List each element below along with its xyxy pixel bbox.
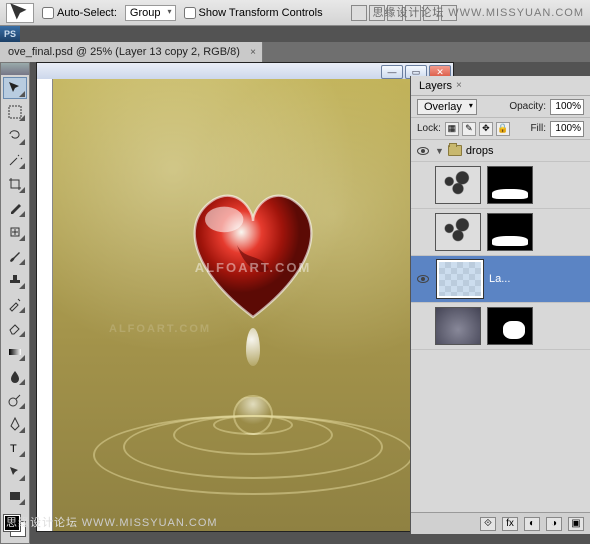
group-name: drops [466, 145, 494, 157]
lock-transparency-icon[interactable]: ▦ [445, 122, 459, 136]
show-transform-input[interactable] [184, 7, 196, 19]
layer-row-selected[interactable]: La... [411, 256, 590, 303]
auto-select-checkbox[interactable]: Auto-Select: [42, 7, 117, 19]
canvas-watermark-small: ALFOART.COM [109, 323, 211, 335]
dodge-tool[interactable] [3, 389, 27, 411]
gradient-tool[interactable] [3, 341, 27, 363]
canvas-viewport[interactable]: ALFOART.COM ALFOART.COM [53, 79, 453, 531]
wand-tool[interactable] [3, 149, 27, 171]
eraser-tool[interactable] [3, 317, 27, 339]
close-icon[interactable]: × [250, 47, 256, 58]
blend-mode-row: Overlay Opacity: [411, 96, 590, 118]
healing-tool[interactable] [3, 221, 27, 243]
auto-select-input[interactable] [42, 7, 54, 19]
watermark-bottom: 思缘设计论坛 WWW.MISSYUAN.COM [6, 514, 218, 530]
lock-row: Lock: ▦ ✎ ✥ 🔒 Fill: [411, 118, 590, 140]
type-tool[interactable]: T [3, 437, 27, 459]
ruler-vertical[interactable] [37, 79, 53, 531]
layer-tree[interactable]: ▼ drops La... [411, 140, 590, 512]
tool-preset-picker[interactable] [6, 3, 34, 23]
align-top-icon[interactable] [351, 5, 367, 21]
canvas-watermark-center: ALFOART.COM [195, 260, 312, 275]
folder-icon [448, 145, 462, 156]
canvas[interactable]: ALFOART.COM ALFOART.COM [53, 79, 453, 531]
lock-pixels-icon[interactable]: ✎ [462, 122, 476, 136]
marquee-tool[interactable] [3, 101, 27, 123]
document-window: — ▭ ✕ 0 200 400 600 800 1000 1200 1400 [36, 62, 454, 532]
layer-mask-icon[interactable]: ◐ [524, 517, 540, 531]
brush-tool[interactable] [3, 245, 27, 267]
link-layers-icon[interactable]: ⟐ [480, 517, 496, 531]
drip-artwork [246, 328, 260, 366]
move-tool[interactable] [3, 77, 27, 99]
auto-select-mode-select[interactable]: Group [125, 5, 176, 21]
layer-mask-thumbnail[interactable] [487, 166, 533, 204]
history-brush-tool[interactable] [3, 293, 27, 315]
document-tab[interactable]: ove_final.psd @ 25% (Layer 13 copy 2, RG… [0, 42, 263, 62]
blur-tool[interactable] [3, 365, 27, 387]
layer-mask-thumbnail[interactable] [487, 307, 533, 345]
layer-thumbnail[interactable] [435, 213, 481, 251]
lock-label: Lock: [417, 123, 441, 134]
toolbox: T [0, 62, 30, 544]
blend-mode-select[interactable]: Overlay [417, 99, 477, 115]
layer-thumbnail[interactable] [435, 307, 481, 345]
stamp-tool[interactable] [3, 269, 27, 291]
layers-panel-tab[interactable]: Layers × [411, 76, 590, 96]
minimize-button[interactable]: — [381, 65, 403, 79]
eyedropper-tool[interactable] [3, 197, 27, 219]
visibility-toggle[interactable] [415, 271, 431, 287]
layer-thumbnail[interactable] [437, 260, 483, 298]
app-menu-bar: PS [0, 26, 590, 42]
panel-close-icon[interactable]: × [456, 80, 462, 91]
layers-panel-footer: ⟐ fx ◐ ◑ ▣ [411, 512, 590, 534]
layers-panel: Layers × Overlay Opacity: Lock: ▦ ✎ ✥ 🔒 … [410, 76, 590, 534]
opacity-input[interactable] [550, 99, 584, 115]
auto-select-label: Auto-Select: [57, 7, 117, 19]
layer-fx-icon[interactable]: fx [502, 517, 518, 531]
fill-label: Fill: [530, 123, 546, 134]
document-tab-title: ove_final.psd @ 25% (Layer 13 copy 2, RG… [8, 46, 240, 58]
ps-app-icon[interactable]: PS [0, 26, 20, 42]
ripples-artwork [93, 375, 413, 495]
adjustment-layer-icon[interactable]: ◑ [546, 517, 562, 531]
layer-thumbnail[interactable] [435, 166, 481, 204]
layer-row[interactable] [411, 162, 590, 209]
lock-position-icon[interactable]: ✥ [479, 122, 493, 136]
lock-all-icon[interactable]: 🔒 [496, 122, 510, 136]
crop-tool[interactable] [3, 173, 27, 195]
layer-mask-thumbnail[interactable] [487, 213, 533, 251]
pen-tool[interactable] [3, 413, 27, 435]
layer-row[interactable] [411, 303, 590, 350]
path-select-tool[interactable] [3, 461, 27, 483]
watermark-top: 思缘设计论坛 WWW.MISSYUAN.COM [372, 4, 584, 20]
document-tab-bar: ove_final.psd @ 25% (Layer 13 copy 2, RG… [0, 42, 590, 62]
show-transform-label: Show Transform Controls [199, 7, 323, 19]
rectangle-tool[interactable] [3, 485, 27, 507]
lasso-tool[interactable] [3, 125, 27, 147]
heart-artwork [173, 178, 333, 328]
new-group-icon[interactable]: ▣ [568, 517, 584, 531]
disclosure-triangle-icon[interactable]: ▼ [435, 146, 444, 156]
visibility-toggle[interactable] [415, 143, 431, 159]
layer-group-row[interactable]: ▼ drops [411, 140, 590, 162]
layer-row[interactable] [411, 209, 590, 256]
show-transform-checkbox[interactable]: Show Transform Controls [184, 7, 323, 19]
svg-text:T: T [10, 443, 17, 455]
layer-name: La... [489, 273, 510, 285]
fill-input[interactable] [550, 121, 584, 137]
opacity-label: Opacity: [509, 101, 546, 112]
